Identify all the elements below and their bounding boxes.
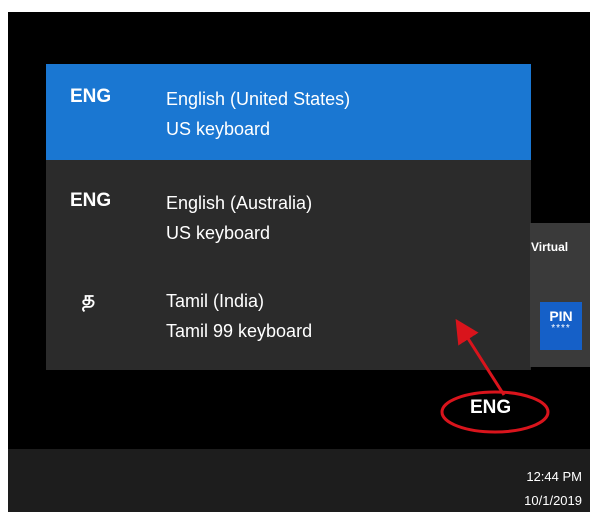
language-indicator-button[interactable]: ENG — [470, 397, 511, 419]
taskbar: 12:44 PM 10/1/2019 — [8, 449, 590, 512]
clock-time[interactable]: 12:44 PM — [526, 469, 582, 484]
clock-date[interactable]: 10/1/2019 — [524, 493, 582, 508]
desktop: ENG English (United States) US keyboard … — [8, 12, 590, 512]
annotation-arrow — [455, 318, 506, 396]
annotation-overlay — [440, 318, 550, 434]
